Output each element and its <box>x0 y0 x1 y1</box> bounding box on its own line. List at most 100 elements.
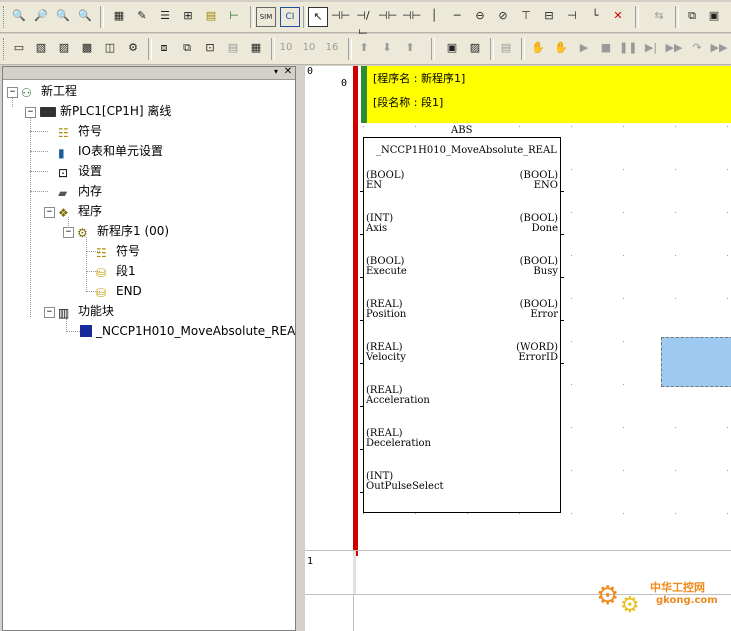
fast-forward-icon[interactable]: ▶▶ <box>710 39 728 57</box>
tree-node-project[interactable]: ⚇ 新工程 <box>21 82 77 100</box>
cross-ref-icon[interactable]: ⊞ <box>179 7 197 25</box>
step-icon[interactable]: ▤ <box>497 39 515 57</box>
fb-input-axis[interactable]: Axis <box>366 224 387 234</box>
tree-icon[interactable]: ⊢ <box>225 7 243 25</box>
io-icon[interactable]: ◫ <box>101 39 119 57</box>
run-icon[interactable]: ✋ <box>552 39 570 57</box>
fb-output-errorid[interactable]: ErrorID <box>518 353 558 363</box>
sim-icon[interactable]: SIM <box>256 7 276 27</box>
selection-cursor[interactable] <box>661 337 731 387</box>
fb-output-error[interactable]: Error <box>530 310 558 320</box>
horizontal-line-icon[interactable]: ─ <box>448 7 466 25</box>
online-edit-icon[interactable]: ⧉ <box>178 39 196 57</box>
fb-input-deceleration[interactable]: Deceleration <box>366 439 431 449</box>
tree-node-memory[interactable]: ▰ 内存 <box>58 182 102 200</box>
collapse-toggle[interactable]: − <box>44 307 55 318</box>
grid-dot <box>571 384 572 385</box>
grid-dot <box>519 513 520 514</box>
splitter[interactable] <box>296 66 304 631</box>
grid-icon[interactable]: ▦ <box>110 7 128 25</box>
panel-dropdown-icon[interactable]: ▾ <box>271 67 281 77</box>
list-icon[interactable]: ☰ <box>156 7 174 25</box>
function-icon[interactable]: ⧈ <box>155 39 173 57</box>
fb-input-velocity[interactable]: Velocity <box>366 353 406 363</box>
tree-node-io-table[interactable]: ▮ IO表和单元设置 <box>58 142 163 160</box>
tree-node-section1[interactable]: ⛁ 段1 <box>96 262 136 280</box>
jump-icon[interactable]: ▶▶ <box>665 39 683 57</box>
collapse-toggle[interactable]: − <box>25 107 36 118</box>
fb-input-acceleration[interactable]: Acceleration <box>366 396 430 406</box>
transfer-icon[interactable]: ⇆ <box>650 7 668 25</box>
tree-node-symbols[interactable]: ☷ 符号 <box>58 122 102 140</box>
collapse-toggle[interactable]: − <box>7 87 18 98</box>
coil-nc-icon[interactable]: ⊘ <box>494 7 512 25</box>
tree-node-end[interactable]: ⛁ END <box>96 282 142 300</box>
export-icon[interactable]: ▦ <box>247 39 265 57</box>
tree-node-plc[interactable]: 新PLC1[CP1H] 离线 <box>40 102 171 120</box>
select-pointer-icon[interactable]: ↖ <box>308 7 328 27</box>
delete-icon[interactable]: ✕ <box>609 7 627 25</box>
zoom-out-icon[interactable]: 🔍 <box>54 7 72 25</box>
watch-icon[interactable]: ▩ <box>78 39 96 57</box>
contact-or-icon[interactable]: ⊣⊢ <box>378 7 397 25</box>
tree-node-fb-instance[interactable]: _NCCP1H010_MoveAbsolute_REA <box>80 322 295 340</box>
window-icon[interactable]: ▭ <box>10 39 28 57</box>
network-icon[interactable]: ⬆ <box>401 39 419 57</box>
program-icon[interactable]: ▣ <box>705 7 723 25</box>
zoom-small-icon[interactable]: 🔍 <box>10 7 28 25</box>
zoom-reset-icon[interactable]: 🔍 <box>76 7 94 25</box>
instruction-icon[interactable]: ⊤ <box>517 7 535 25</box>
tree-node-programs[interactable]: ❖ 程序 <box>58 202 102 220</box>
comment-icon[interactable]: ✎ <box>133 7 151 25</box>
tree-node-function-blocks[interactable]: ▥ 功能块 <box>58 302 114 320</box>
fb-input-outpulseselect[interactable]: OutPulseSelect <box>366 482 444 492</box>
step2-icon[interactable]: ✋ <box>529 39 547 57</box>
toolbar-grip[interactable] <box>3 6 7 28</box>
zoom-in-icon[interactable]: 🔎 <box>32 7 50 25</box>
chart-icon[interactable]: ▨ <box>55 39 73 57</box>
task-icon[interactable]: ⚙ <box>124 39 142 57</box>
monitor-icon[interactable]: ▤ <box>202 7 220 25</box>
tree-node-program1[interactable]: ⚙ 新程序1 (00) <box>77 222 169 240</box>
line-end-icon[interactable]: └ <box>586 7 604 25</box>
mem-icon[interactable]: ⊡ <box>201 39 219 57</box>
number-10-icon[interactable]: 10 <box>277 39 295 57</box>
fast-icon[interactable]: ↷ <box>688 39 706 57</box>
contact-or-nc-icon[interactable]: ⊣⊢ <box>402 7 421 25</box>
fb-input-position[interactable]: Position <box>366 310 406 320</box>
collapse-toggle[interactable]: − <box>63 227 74 238</box>
pause-icon[interactable]: ❚❚ <box>619 39 637 57</box>
ci-icon[interactable]: CI <box>280 7 300 27</box>
monitor2-icon[interactable]: ▣ <box>443 39 461 57</box>
compare-icon[interactable]: ⧉ <box>683 7 701 25</box>
run2-icon[interactable]: ▶ <box>575 39 593 57</box>
properties-icon[interactable]: ▧ <box>32 39 50 57</box>
vertical-line-icon[interactable]: │ <box>425 7 443 25</box>
toolbar-grip[interactable] <box>3 38 7 60</box>
fb-input-en[interactable]: EN <box>366 181 382 191</box>
fb-output-eno[interactable]: ENO <box>534 181 558 191</box>
number-10h-icon[interactable]: 10 <box>300 39 318 57</box>
coil-icon[interactable]: ⊖ <box>471 7 489 25</box>
settings-icon[interactable]: ▨ <box>466 39 484 57</box>
fb-output-busy[interactable]: Busy <box>533 267 558 277</box>
download-icon[interactable]: ⬇ <box>378 39 396 57</box>
fb-input-execute[interactable]: Execute <box>366 267 407 277</box>
function-block[interactable]: _NCCP1H010_MoveAbsolute_REAL (BOOL) EN (IN… <box>360 137 564 513</box>
collapse-toggle[interactable]: − <box>44 207 55 218</box>
set-icon[interactable]: ⊣ <box>563 7 581 25</box>
upload-icon[interactable]: ⬆ <box>355 39 373 57</box>
ladder-editor[interactable]: 0 0 1 [程序名 : 新程序1] [段名称 : 段1] ABS _NCCP1… <box>305 66 731 631</box>
stop-icon[interactable]: ■ <box>597 39 615 57</box>
number-16-icon[interactable]: 16 <box>323 39 341 57</box>
copy-icon[interactable]: ▤ <box>224 39 242 57</box>
fb-instance-name: ABS <box>451 125 473 136</box>
contact-no-icon[interactable]: ⊣⊢ <box>331 7 350 25</box>
tree-node-settings[interactable]: ⊡ 设置 <box>58 162 102 180</box>
contact-nc-icon[interactable]: ⊣/⊢ <box>354 7 372 40</box>
close-icon[interactable]: ✕ <box>283 67 293 77</box>
fb-icon[interactable]: ⊟ <box>540 7 558 25</box>
fb-output-done[interactable]: Done <box>532 224 558 234</box>
step-run-icon[interactable]: ▶| <box>642 39 660 57</box>
tree-node-prog-symbols[interactable]: ☷ 符号 <box>96 242 140 260</box>
